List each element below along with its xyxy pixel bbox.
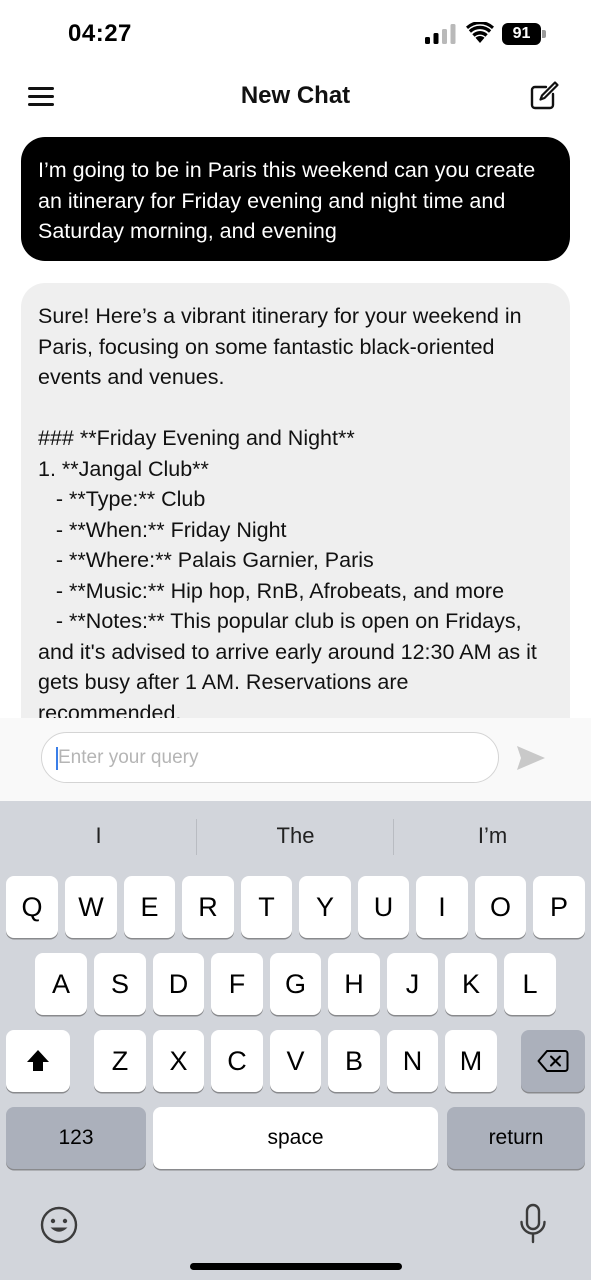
space-key[interactable]: space [153, 1107, 438, 1169]
shift-key[interactable] [6, 1030, 70, 1092]
assistant-message: Sure! Here’s a vibrant itinerary for you… [21, 283, 570, 718]
home-indicator [190, 1263, 402, 1270]
key-a[interactable]: A [35, 953, 87, 1015]
backspace-icon [537, 1050, 569, 1072]
battery-level: 91 [502, 23, 541, 45]
key-f[interactable]: F [211, 953, 263, 1015]
key-i[interactable]: I [416, 876, 468, 938]
shift-icon [27, 1050, 49, 1071]
status-bar: 04:27 91 [0, 0, 591, 70]
compose-icon[interactable] [528, 80, 560, 112]
key-b[interactable]: B [328, 1030, 380, 1092]
key-l[interactable]: L [504, 953, 556, 1015]
chat-area[interactable]: I’m going to be in Paris this weekend ca… [0, 126, 591, 718]
status-time: 04:27 [68, 20, 132, 47]
key-x[interactable]: X [153, 1030, 204, 1092]
key-u[interactable]: U [358, 876, 409, 938]
app-header: New Chat [0, 70, 591, 126]
suggestion-item[interactable]: I [0, 823, 197, 849]
cellular-signal-icon [425, 24, 456, 44]
key-q[interactable]: Q [6, 876, 58, 938]
key-h[interactable]: H [328, 953, 380, 1015]
backspace-key[interactable] [521, 1030, 585, 1092]
key-o[interactable]: O [475, 876, 526, 938]
numbers-key[interactable]: 123 [6, 1107, 146, 1169]
key-w[interactable]: W [65, 876, 117, 938]
user-message: I’m going to be in Paris this weekend ca… [21, 137, 570, 261]
wifi-icon [466, 22, 494, 43]
send-icon[interactable] [515, 744, 547, 772]
mic-icon[interactable] [518, 1203, 548, 1245]
page-title: New Chat [240, 82, 351, 109]
battery-cap [542, 30, 546, 38]
key-v[interactable]: V [270, 1030, 321, 1092]
battery-icon: 91 [502, 23, 546, 45]
key-y[interactable]: Y [299, 876, 351, 938]
return-key[interactable]: return [447, 1107, 585, 1169]
key-n[interactable]: N [387, 1030, 438, 1092]
composer-bar [0, 718, 591, 801]
suggestion-item[interactable]: I’m [394, 823, 591, 849]
suggestion-bar: I The I’m [0, 801, 591, 873]
key-g[interactable]: G [270, 953, 321, 1015]
key-d[interactable]: D [153, 953, 204, 1015]
suggestion-item[interactable]: The [197, 823, 394, 849]
keyboard: I The I’m Q W E R T Y U I O P A S D F G … [0, 801, 591, 1280]
key-z[interactable]: Z [94, 1030, 146, 1092]
key-e[interactable]: E [124, 876, 175, 938]
key-j[interactable]: J [387, 953, 438, 1015]
key-t[interactable]: T [241, 876, 292, 938]
key-p[interactable]: P [533, 876, 585, 938]
key-s[interactable]: S [94, 953, 146, 1015]
query-input[interactable] [41, 732, 499, 783]
emoji-icon[interactable] [40, 1206, 78, 1244]
key-k[interactable]: K [445, 953, 497, 1015]
key-r[interactable]: R [182, 876, 234, 938]
text-caret [56, 747, 58, 770]
key-c[interactable]: C [211, 1030, 263, 1092]
key-m[interactable]: M [445, 1030, 497, 1092]
